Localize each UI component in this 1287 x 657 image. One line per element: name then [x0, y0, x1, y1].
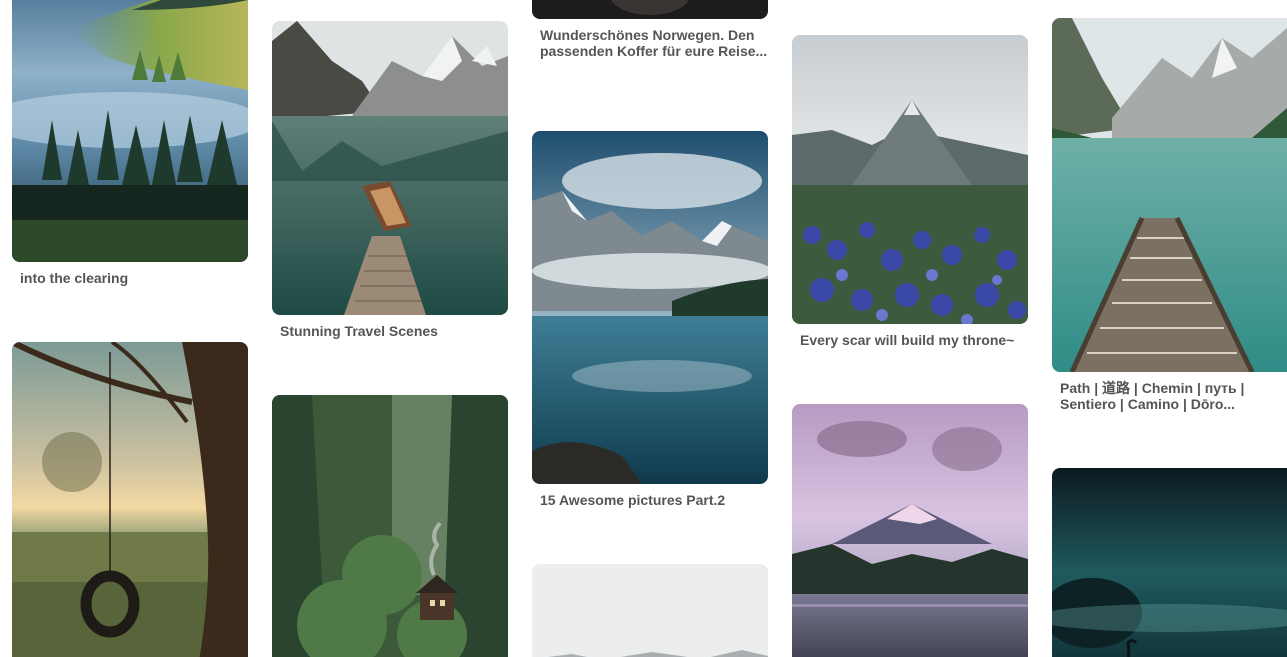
dark-image — [532, 0, 768, 19]
glacier-lake-image — [532, 131, 768, 484]
forest-cabin-image — [272, 395, 508, 657]
wooden-pier-image — [1052, 18, 1287, 372]
pin-title[interactable]: Stunning Travel Scenes — [280, 323, 508, 339]
heron-image — [1052, 468, 1287, 657]
pin-image-misty-forest[interactable] — [12, 0, 248, 262]
pin-image-heron[interactable] — [1052, 468, 1287, 657]
boat-lake-image — [272, 21, 508, 315]
pin-image-tire-swing[interactable] — [12, 342, 248, 657]
snowy-mountains-image — [532, 564, 768, 657]
pin-title[interactable]: 15 Awesome pictures Part.2 — [540, 492, 768, 508]
pin-image-glacier-lake[interactable] — [532, 131, 768, 484]
pin-grid: into the clearing Stunning Travel Scenes… — [0, 0, 1287, 657]
tire-swing-image — [12, 342, 248, 657]
pin-title[interactable]: Wunderschönes Norwegen. Den passenden Ko… — [540, 27, 768, 59]
pin-image-wooden-pier[interactable] — [1052, 18, 1287, 372]
pin-image-forest-cabin[interactable] — [272, 395, 508, 657]
pink-mountain-image — [792, 404, 1028, 657]
pin-image-mountain-flowers[interactable] — [792, 35, 1028, 324]
mountain-flowers-image — [792, 35, 1028, 324]
pin-title[interactable]: Path | 道路 | Chemin | путь | Sentiero | C… — [1060, 380, 1280, 412]
misty-forest-image — [12, 0, 248, 262]
pin-image-snowy-mountains[interactable] — [532, 564, 768, 657]
pin-title[interactable]: into the clearing — [20, 270, 248, 286]
pin-title[interactable]: Every scar will build my throne~ — [800, 332, 1028, 348]
pin-image-boat-lake[interactable] — [272, 21, 508, 315]
pin-image-pink-mountain[interactable] — [792, 404, 1028, 657]
pin-image-dark[interactable] — [532, 0, 768, 19]
